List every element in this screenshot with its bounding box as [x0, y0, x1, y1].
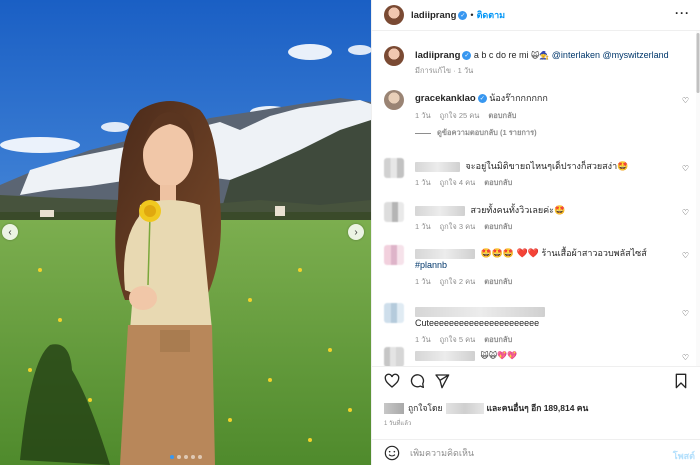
reply-button[interactable]: ตอบกลับ: [488, 110, 516, 122]
avatar[interactable]: [384, 347, 404, 366]
action-bar: [384, 373, 689, 391]
avatar[interactable]: [384, 303, 404, 323]
carousel-dot: [190, 455, 195, 459]
post-footer: ถูกใจโดย และคนอื่นๆ อีก 189,814 คน 1 วัน…: [372, 366, 700, 465]
hashtag-link[interactable]: #plannb: [415, 260, 447, 270]
instagram-post-view: ‹ › ladiiprang ✓ • ติดตาม ··· ladiiprang…: [0, 0, 700, 465]
caption-meta: มีการแก้ไข · 1 วัน: [415, 66, 474, 75]
comment-username-redacted[interactable]: [415, 205, 465, 216]
comment-text: 🤩🤩🤩 ❤️❤️ ร้านเสื้อผ้าสาวอวบพลัสไซส์: [480, 248, 647, 258]
chevron-left-icon[interactable]: ‹: [2, 224, 18, 240]
comment-text: 🙀🙀💖💖: [480, 351, 518, 360]
post-side-panel: ladiiprang ✓ • ติดตาม ··· ladiiprang ✓ a …: [371, 0, 700, 465]
view-replies-label: ดูข้อความตอบกลับ (1 รายการ): [437, 128, 537, 137]
comment-likes[interactable]: ถูกใจ 2 คน: [440, 276, 476, 288]
comment-text: สวยทั้งคนทั้งวิวเลยค่ะ🤩: [470, 205, 566, 215]
reply-button[interactable]: ตอบกลับ: [484, 221, 512, 233]
liker-username-redacted[interactable]: [445, 402, 484, 414]
likes-prefix: ถูกใจโดย: [408, 403, 443, 413]
avatar[interactable]: [384, 202, 404, 222]
mention-link[interactable]: @myswitzerland: [602, 50, 668, 60]
caption-text: a b c do re mi: [473, 50, 529, 60]
chevron-right-icon[interactable]: ›: [348, 224, 364, 240]
scrollbar[interactable]: [696, 31, 700, 366]
mention-link[interactable]: @interlaken: [552, 50, 600, 60]
comment-time: 1 วัน: [415, 277, 431, 286]
avatar[interactable]: [384, 90, 404, 110]
comment-likes[interactable]: ถูกใจ 5 คน: [440, 334, 476, 346]
comment-likes[interactable]: ถูกใจ 25 คน: [440, 110, 480, 122]
verified-icon: ✓: [462, 51, 472, 61]
view-replies-button[interactable]: ดูข้อความตอบกลับ (1 รายการ): [415, 127, 537, 139]
reply-button[interactable]: ตอบกลับ: [484, 177, 512, 189]
add-comment-bar: โพสต์: [372, 439, 700, 465]
comment-heart-icon[interactable]: ♡: [682, 353, 689, 362]
carousel-dot: [183, 455, 188, 459]
caption-emoji: 🙀🧙: [530, 51, 550, 60]
liker-avatar-redacted[interactable]: [384, 402, 404, 414]
smile-icon[interactable]: [384, 445, 400, 461]
comment-username-redacted[interactable]: [415, 350, 475, 361]
carousel-indicator: [0, 455, 371, 459]
comment-time: 1 วัน: [415, 178, 431, 187]
share-icon[interactable]: [434, 373, 450, 389]
separator-dot: •: [470, 10, 474, 20]
comment-heart-icon[interactable]: ♡: [682, 309, 689, 318]
post-header: ladiiprang ✓ • ติดตาม ···: [372, 0, 700, 31]
comment-icon[interactable]: [409, 373, 425, 389]
comment-username-redacted[interactable]: [415, 161, 460, 172]
avatar[interactable]: [384, 245, 404, 265]
comment-likes[interactable]: ถูกใจ 4 คน: [440, 177, 476, 189]
follow-button[interactable]: ติดตาม: [477, 8, 506, 22]
carousel-dot: [176, 455, 181, 459]
avatar[interactable]: [384, 5, 404, 25]
verified-icon: ✓: [477, 94, 487, 104]
comment-time: 1 วัน: [415, 335, 431, 344]
reply-button[interactable]: ตอบกลับ: [484, 276, 512, 288]
avatar[interactable]: [384, 46, 404, 66]
comment-username-redacted[interactable]: [415, 306, 545, 317]
comment-text: จะอยู่ในมิติขายถไหนๆเด็ปรางก็สวยสง่า🤩: [465, 161, 629, 171]
photo-scene: [0, 0, 371, 465]
comment-time: 1 วัน: [415, 111, 431, 120]
avatar[interactable]: [384, 158, 404, 178]
comments-list[interactable]: ladiiprang ✓ a b c do re mi 🙀🧙 @interlake…: [372, 31, 700, 366]
comment-text: Cuteeeeeeeeeeeeeeeeeeeeee: [415, 318, 540, 328]
comment-text: น้องร๊ากกกกกก: [489, 93, 548, 103]
reply-button[interactable]: ตอบกลับ: [484, 334, 512, 346]
comment-heart-icon[interactable]: ♡: [682, 251, 689, 260]
carousel-dot: [169, 455, 174, 459]
heart-icon[interactable]: [384, 373, 400, 389]
more-options-icon[interactable]: ···: [675, 6, 690, 20]
comment-heart-icon[interactable]: ♡: [682, 96, 689, 105]
caption-username[interactable]: ladiiprang: [415, 50, 460, 61]
comment-time: 1 วัน: [415, 222, 431, 231]
post-comment-button[interactable]: โพสต์: [673, 449, 695, 463]
post-author-username[interactable]: ladiiprang: [411, 10, 456, 21]
post-timestamp[interactable]: 1 วันที่แล้ว: [384, 418, 411, 428]
comment-username-redacted[interactable]: [415, 248, 475, 259]
comment-heart-icon[interactable]: ♡: [682, 164, 689, 173]
comment-likes[interactable]: ถูกใจ 3 คน: [440, 221, 476, 233]
post-photo[interactable]: ‹ ›: [0, 0, 371, 465]
bookmark-icon[interactable]: [673, 373, 689, 389]
likes-count[interactable]: และคนอื่นๆ อีก 189,814 คน: [487, 401, 589, 415]
divider: [415, 132, 431, 134]
likes-summary[interactable]: ถูกใจโดย และคนอื่นๆ อีก 189,814 คน: [384, 401, 588, 415]
carousel-dot: [197, 455, 202, 459]
add-comment-input[interactable]: [410, 448, 650, 458]
verified-icon: ✓: [458, 10, 468, 20]
comment-heart-icon[interactable]: ♡: [682, 208, 689, 217]
comment-username[interactable]: gracekanklao: [415, 93, 476, 104]
